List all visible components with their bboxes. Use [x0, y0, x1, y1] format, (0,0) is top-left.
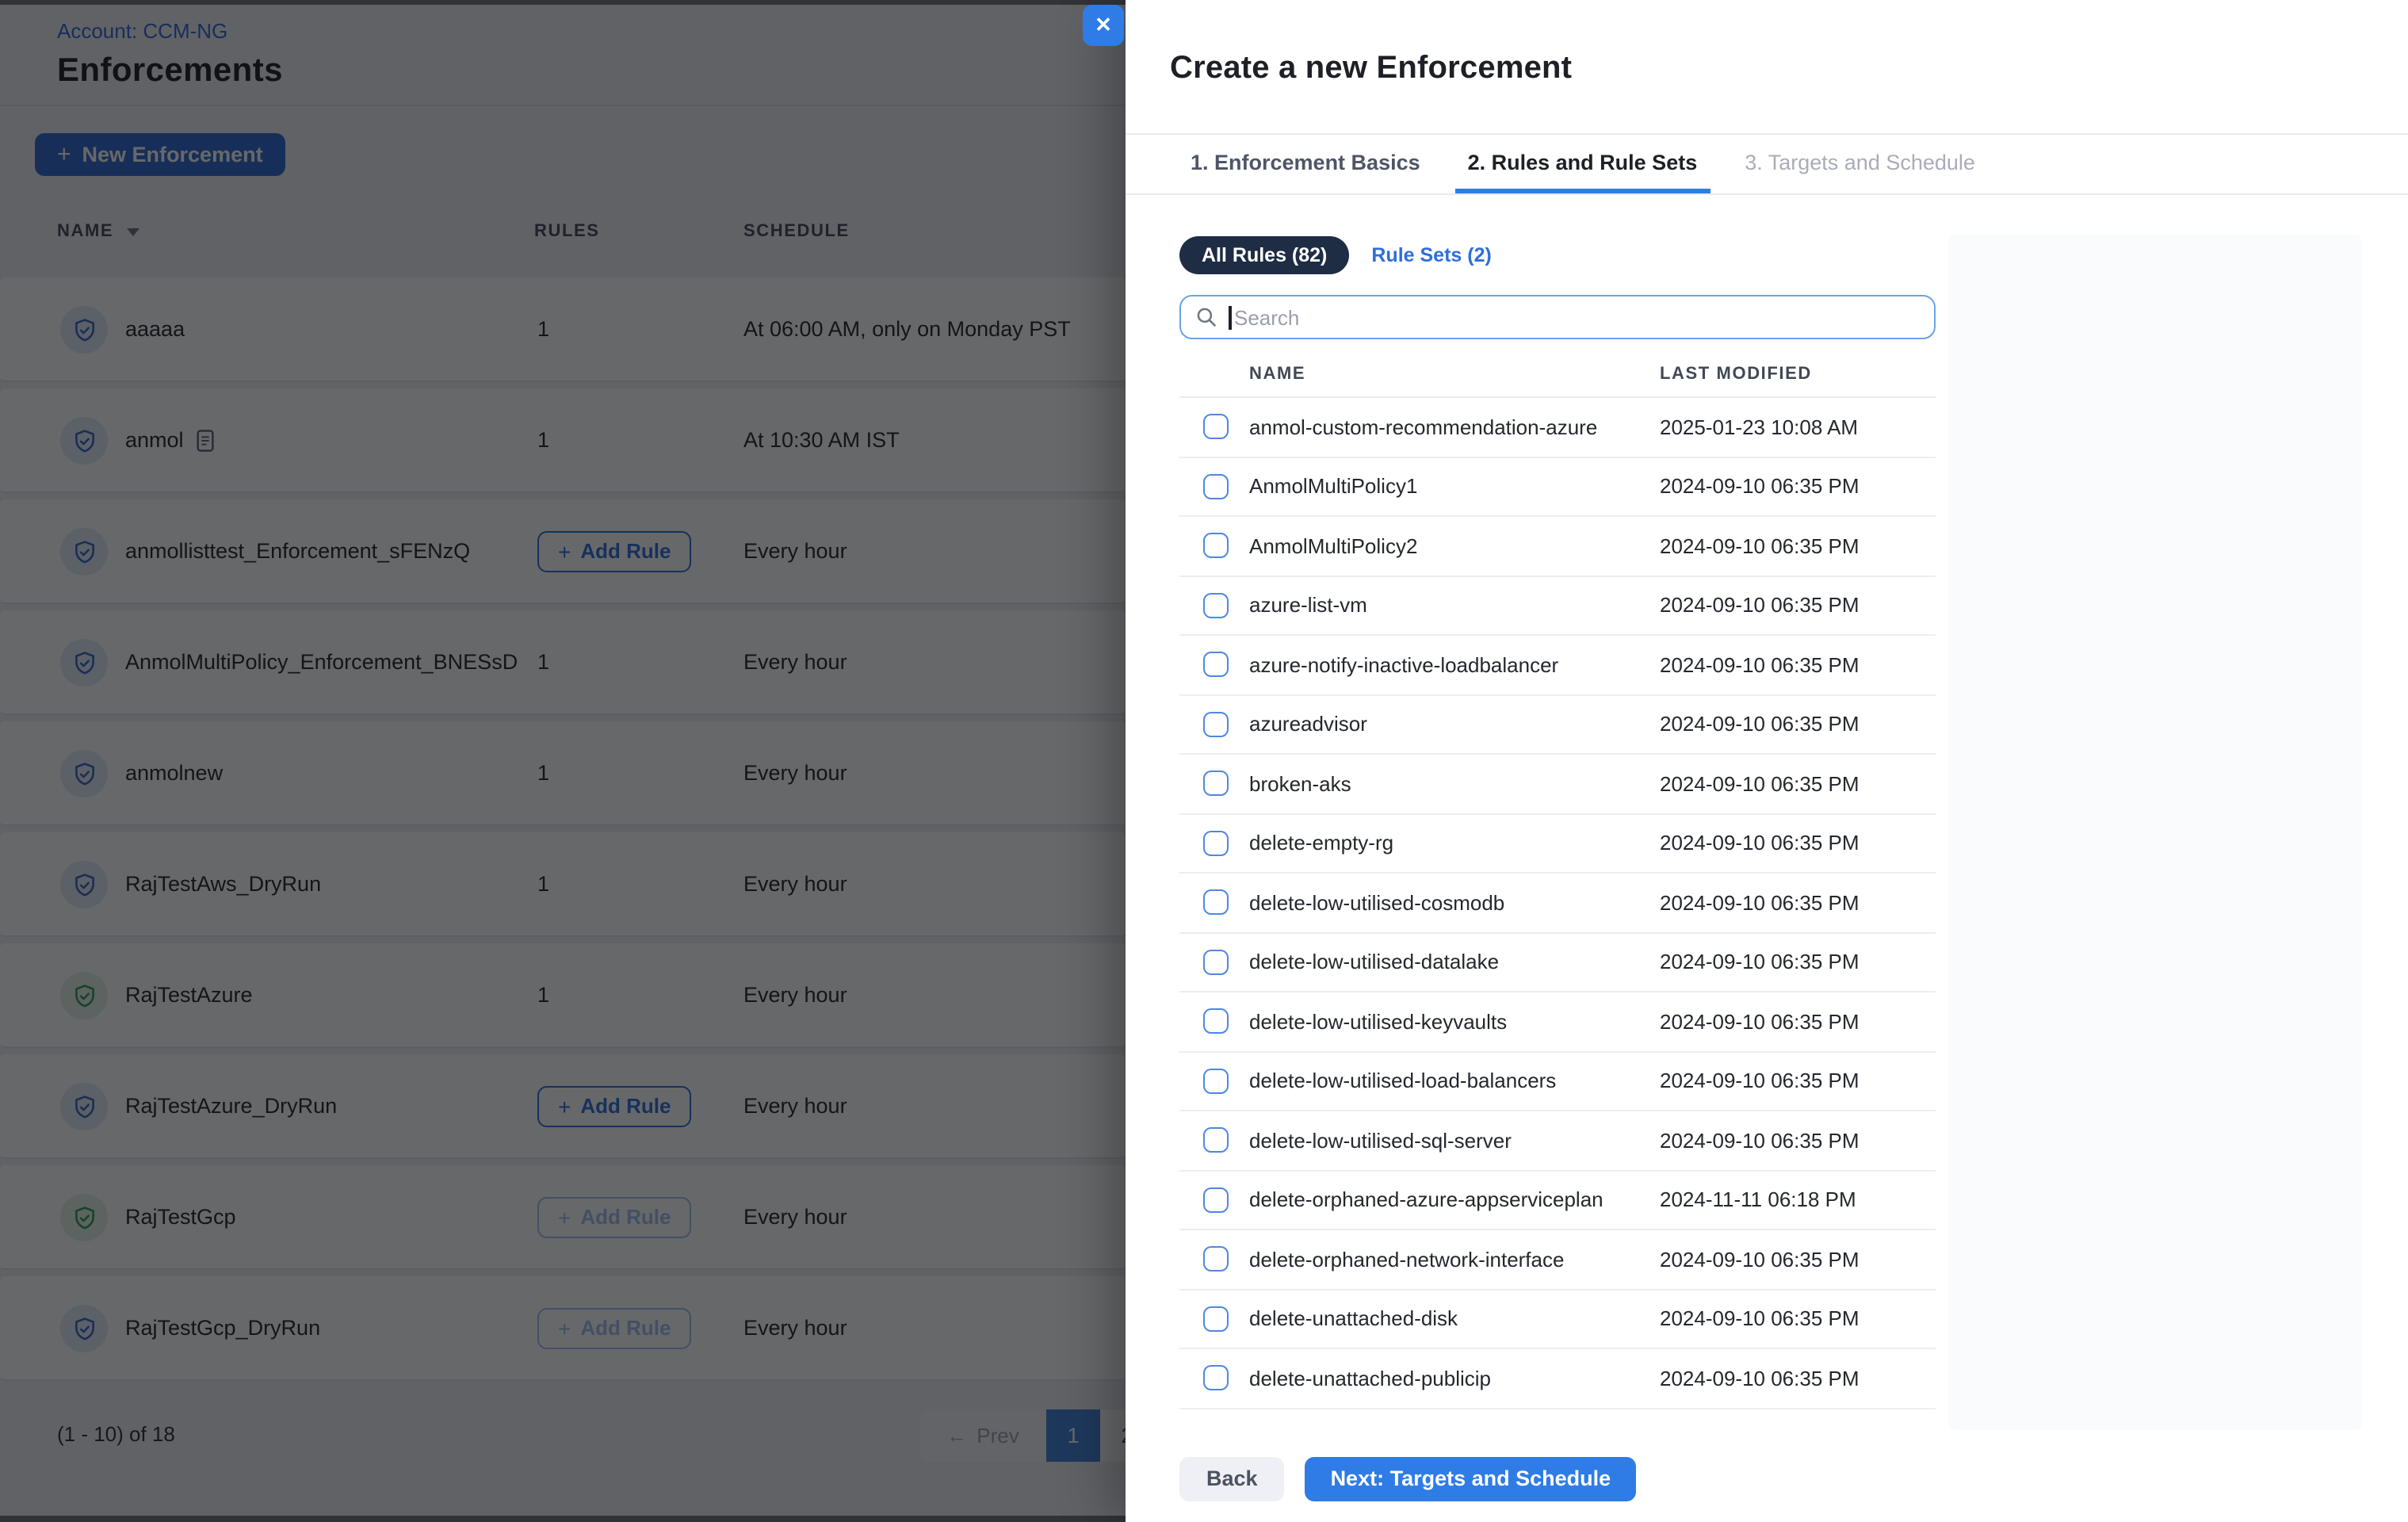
drawer-header: Create a new Enforcement: [1126, 0, 2408, 135]
rule-last-modified: 2024-09-10 06:35 PM: [1660, 653, 1860, 677]
rule-last-modified: 2024-09-10 06:35 PM: [1660, 594, 1860, 618]
rule-name[interactable]: delete-unattached-publicip: [1249, 1367, 1660, 1390]
drawer-footer: Back Next: Targets and Schedule: [1179, 1456, 2362, 1501]
rule-last-modified: 2024-09-10 06:35 PM: [1660, 772, 1860, 796]
rule-checkbox[interactable]: [1203, 415, 1229, 440]
rules-column-last-modified: LAST MODIFIED: [1660, 365, 1812, 384]
text-cursor: [1229, 305, 1231, 329]
rule-name[interactable]: delete-unattached-disk: [1249, 1307, 1660, 1331]
rule-name[interactable]: delete-orphaned-azure-appserviceplan: [1249, 1188, 1660, 1212]
rule-name[interactable]: azure-notify-inactive-loadbalancer: [1249, 653, 1660, 677]
rule-row: delete-low-utilised-sql-server2024-09-10…: [1179, 1111, 1936, 1171]
rule-row: delete-low-utilised-cosmodb2024-09-10 06…: [1179, 874, 1936, 933]
rule-checkbox[interactable]: [1203, 652, 1229, 678]
back-button[interactable]: Back: [1179, 1456, 1285, 1501]
rule-row: delete-low-utilised-datalake2024-09-10 0…: [1179, 933, 1936, 992]
rule-name[interactable]: azure-list-vm: [1249, 594, 1660, 618]
rule-row: anmol-custom-recommendation-azure2025-01…: [1179, 398, 1936, 457]
preview-panel: [1948, 235, 2362, 1430]
rules-list: anmol-custom-recommendation-azure2025-01…: [1179, 398, 1936, 1409]
create-enforcement-drawer: Create a new Enforcement 1. Enforcement …: [1126, 0, 2408, 1522]
rule-last-modified: 2024-09-10 06:35 PM: [1660, 950, 1860, 974]
search-icon: [1195, 306, 1217, 328]
rule-last-modified: 2025-01-23 10:08 AM: [1660, 415, 1858, 439]
rule-name[interactable]: delete-empty-rg: [1249, 832, 1660, 855]
rule-sets-pill[interactable]: Rule Sets (2): [1362, 236, 1500, 274]
wizard-tabs: 1. Enforcement Basics 2. Rules and Rule …: [1126, 135, 2408, 195]
rule-checkbox[interactable]: [1203, 1009, 1229, 1034]
rule-row: delete-low-utilised-load-balancers2024-0…: [1179, 1052, 1936, 1111]
rule-checkbox[interactable]: [1203, 771, 1229, 797]
rule-row: delete-orphaned-azure-appserviceplan2024…: [1179, 1171, 1936, 1230]
rule-checkbox[interactable]: [1203, 533, 1229, 559]
rule-last-modified: 2024-09-10 06:35 PM: [1660, 1248, 1860, 1272]
next-button[interactable]: Next: Targets and Schedule: [1305, 1456, 1637, 1501]
rule-row: azure-list-vm2024-09-10 06:35 PM: [1179, 576, 1936, 636]
rules-table-header: NAME LAST MODIFIED: [1179, 360, 1936, 398]
search-placeholder: Search: [1234, 305, 1299, 329]
rule-row: delete-low-utilised-keyvaults2024-09-10 …: [1179, 992, 1936, 1052]
rule-name[interactable]: anmol-custom-recommendation-azure: [1249, 415, 1660, 439]
rule-last-modified: 2024-09-10 06:35 PM: [1660, 1307, 1860, 1331]
tab-enforcement-basics[interactable]: 1. Enforcement Basics: [1178, 135, 1433, 193]
rule-name[interactable]: AnmolMultiPolicy1: [1249, 475, 1660, 499]
rule-row: broken-aks2024-09-10 06:35 PM: [1179, 755, 1936, 814]
rule-row: azure-notify-inactive-loadbalancer2024-0…: [1179, 636, 1936, 695]
rule-row: delete-unattached-publicip2024-09-10 06:…: [1179, 1349, 1936, 1409]
rule-last-modified: 2024-09-10 06:35 PM: [1660, 832, 1860, 855]
drawer-title: Create a new Enforcement: [1126, 0, 2408, 87]
rule-checkbox[interactable]: [1203, 1306, 1229, 1332]
rule-checkbox[interactable]: [1203, 1366, 1229, 1391]
rule-checkbox[interactable]: [1203, 1069, 1229, 1094]
rule-checkbox[interactable]: [1203, 950, 1229, 975]
bottom-edge-strip: [0, 1516, 1126, 1522]
rule-last-modified: 2024-09-10 06:35 PM: [1660, 1010, 1860, 1034]
rule-checkbox[interactable]: [1203, 1128, 1229, 1153]
rule-last-modified: 2024-09-10 06:35 PM: [1660, 534, 1860, 558]
rule-row: azureadvisor2024-09-10 06:35 PM: [1179, 695, 1936, 755]
rule-name[interactable]: delete-low-utilised-cosmodb: [1249, 891, 1660, 915]
tab-rules-and-rule-sets[interactable]: 2. Rules and Rule Sets: [1455, 135, 1710, 193]
all-rules-pill[interactable]: All Rules (82): [1179, 236, 1349, 274]
tab-targets-and-schedule: 3. Targets and Schedule: [1732, 135, 1988, 193]
rule-name[interactable]: AnmolMultiPolicy2: [1249, 534, 1660, 558]
rule-row: delete-empty-rg2024-09-10 06:35 PM: [1179, 814, 1936, 874]
rule-checkbox[interactable]: [1203, 474, 1229, 499]
close-button[interactable]: ✕: [1083, 5, 1124, 46]
rule-name[interactable]: delete-low-utilised-keyvaults: [1249, 1010, 1660, 1034]
rule-checkbox[interactable]: [1203, 890, 1229, 916]
rule-checkbox[interactable]: [1203, 593, 1229, 618]
rules-column-name: NAME: [1249, 365, 1305, 384]
rule-checkbox[interactable]: [1203, 1187, 1229, 1213]
rule-name[interactable]: delete-low-utilised-load-balancers: [1249, 1069, 1660, 1093]
app-root: Account: CCM-NG Enforcements + New Enfor…: [0, 0, 2408, 1522]
rule-checkbox[interactable]: [1203, 831, 1229, 856]
top-edge-strip: [0, 0, 1126, 5]
rule-last-modified: 2024-09-10 06:35 PM: [1660, 1367, 1860, 1390]
rule-checkbox[interactable]: [1203, 712, 1229, 737]
rule-last-modified: 2024-09-10 06:35 PM: [1660, 1129, 1860, 1153]
rule-name[interactable]: delete-orphaned-network-interface: [1249, 1248, 1660, 1272]
rule-row: AnmolMultiPolicy22024-09-10 06:35 PM: [1179, 517, 1936, 576]
search-input[interactable]: Search: [1179, 295, 1936, 339]
rule-last-modified: 2024-11-11 06:18 PM: [1660, 1188, 1856, 1212]
rule-last-modified: 2024-09-10 06:35 PM: [1660, 713, 1860, 736]
rule-last-modified: 2024-09-10 06:35 PM: [1660, 475, 1860, 499]
rule-name[interactable]: azureadvisor: [1249, 713, 1660, 736]
rule-name[interactable]: delete-low-utilised-datalake: [1249, 950, 1660, 974]
rule-row: delete-unattached-disk2024-09-10 06:35 P…: [1179, 1290, 1936, 1349]
rule-name[interactable]: broken-aks: [1249, 772, 1660, 796]
rule-last-modified: 2024-09-10 06:35 PM: [1660, 891, 1860, 915]
rule-row: delete-orphaned-network-interface2024-09…: [1179, 1230, 1936, 1290]
close-icon: ✕: [1095, 13, 1112, 38]
rule-last-modified: 2024-09-10 06:35 PM: [1660, 1069, 1860, 1093]
rule-checkbox[interactable]: [1203, 1247, 1229, 1272]
rule-row: AnmolMultiPolicy12024-09-10 06:35 PM: [1179, 457, 1936, 517]
rule-name[interactable]: delete-low-utilised-sql-server: [1249, 1129, 1660, 1153]
